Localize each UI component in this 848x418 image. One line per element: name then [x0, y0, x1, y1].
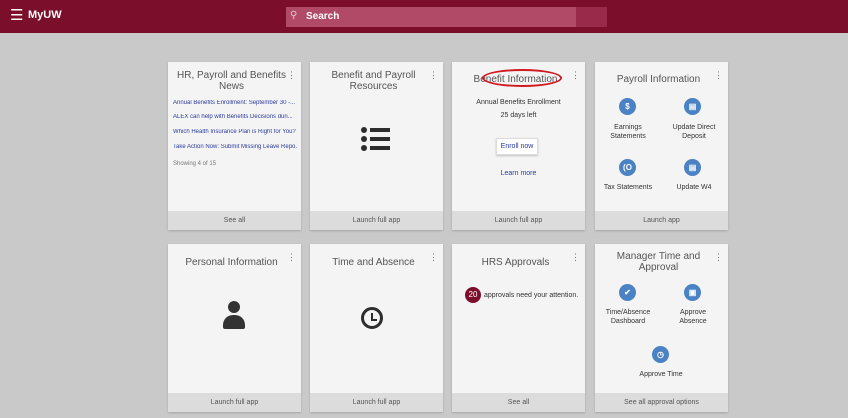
- document-icon[interactable]: ▤: [684, 98, 701, 115]
- card-personal-information: Personal Information ⋮ Launch full app: [168, 244, 301, 412]
- card-title: HR, Payroll and Benefits News: [177, 70, 286, 92]
- days-left: 25 days left: [500, 112, 537, 119]
- card-title: Manager Time and Approval: [616, 251, 701, 273]
- news-link[interactable]: Which Health Insurance Plan is Right for…: [173, 129, 297, 135]
- person-badge-icon[interactable]: ▣: [684, 284, 701, 301]
- search-icon: ⚲: [290, 10, 298, 21]
- launch-full-app-button[interactable]: Launch full app: [310, 211, 443, 230]
- approve-time-link[interactable]: Approve Time: [631, 370, 691, 379]
- enrollment-label: Annual Benefits Enrollment: [476, 99, 561, 106]
- approvals-message: approvals need your attention.: [484, 292, 579, 299]
- card-title: Time and Absence: [332, 257, 415, 268]
- more-options-icon[interactable]: ⋮: [429, 71, 438, 80]
- more-options-icon[interactable]: ⋮: [287, 71, 296, 80]
- launch-full-app-button[interactable]: Launch full app: [452, 211, 585, 230]
- more-options-icon[interactable]: ⋮: [714, 253, 723, 262]
- tax-statements-link[interactable]: Tax Statements: [599, 183, 657, 192]
- annotation-circle: [482, 69, 562, 87]
- card-title: Benefit and Payroll Resources: [331, 70, 416, 92]
- update-direct-deposit-link[interactable]: Update Direct Deposit: [667, 123, 721, 141]
- card-title: Payroll Information: [616, 74, 701, 85]
- check-icon[interactable]: ✔: [619, 284, 636, 301]
- more-options-icon[interactable]: ⋮: [571, 253, 580, 262]
- enroll-now-button[interactable]: Enroll now: [496, 138, 538, 155]
- search-input[interactable]: ⚲ Search: [286, 7, 607, 27]
- news-link[interactable]: ALEX can help with Benefits Decisions du…: [173, 114, 297, 120]
- more-options-icon[interactable]: ⋮: [287, 253, 296, 262]
- card-payroll-information: Payroll Information ⋮ $ Earnings Stateme…: [595, 62, 728, 230]
- card-title: Personal Information: [185, 257, 278, 268]
- tax-icon[interactable]: (O: [619, 159, 636, 176]
- card-hr-news: HR, Payroll and Benefits News ⋮ Annual B…: [168, 62, 301, 230]
- card-benefit-payroll-resources: Benefit and Payroll Resources ⋮ Launch f…: [310, 62, 443, 230]
- clock-icon: [361, 307, 383, 329]
- top-app-bar: ☰ MyUW ⚲ Search: [0, 0, 848, 33]
- news-link[interactable]: Take Action Now: Submit Missing Leave Re…: [173, 144, 297, 150]
- approve-absence-link[interactable]: Approve Absence: [671, 308, 715, 326]
- document-icon[interactable]: ▤: [684, 159, 701, 176]
- launch-full-app-button[interactable]: Launch full app: [310, 393, 443, 412]
- see-all-button[interactable]: See all: [452, 393, 585, 412]
- more-options-icon[interactable]: ⋮: [714, 71, 723, 80]
- launch-app-button[interactable]: Launch app: [595, 211, 728, 230]
- hamburger-icon[interactable]: ☰: [10, 8, 23, 23]
- card-hrs-approvals: HRS Approvals ⋮ 20 approvals need your a…: [452, 244, 585, 412]
- approval-count-badge[interactable]: 20: [465, 287, 481, 303]
- more-options-icon[interactable]: ⋮: [571, 71, 580, 80]
- learn-more-link[interactable]: Learn more: [452, 170, 585, 177]
- news-link[interactable]: Annual Benefits Enrollment: September 30…: [173, 100, 297, 106]
- app-name[interactable]: MyUW: [28, 9, 62, 21]
- search-placeholder: Search: [306, 11, 340, 22]
- news-count: Showing 4 of 15: [173, 161, 217, 167]
- person-icon: [223, 301, 245, 329]
- dollar-icon[interactable]: $: [619, 98, 636, 115]
- card-manager-time-approval: Manager Time and Approval ⋮ ✔ Time/Absen…: [595, 244, 728, 412]
- time-absence-dashboard-link[interactable]: Time/Absence Dashboard: [601, 308, 655, 326]
- see-all-button[interactable]: See all: [168, 211, 301, 230]
- search-button[interactable]: [576, 7, 607, 27]
- update-w4-link[interactable]: Update W4: [667, 183, 721, 192]
- earnings-statements-link[interactable]: Earnings Statements: [601, 123, 655, 141]
- card-time-absence: Time and Absence ⋮ Launch full app: [310, 244, 443, 412]
- card-title: HRS Approvals: [481, 257, 550, 268]
- launch-full-app-button[interactable]: Launch full app: [168, 393, 301, 412]
- card-benefit-information: Benefit Information ⋮ Annual Benefits En…: [452, 62, 585, 230]
- clock-icon[interactable]: ◷: [652, 346, 669, 363]
- more-options-icon[interactable]: ⋮: [429, 253, 438, 262]
- see-all-approval-options-button[interactable]: See all approval options: [595, 393, 728, 412]
